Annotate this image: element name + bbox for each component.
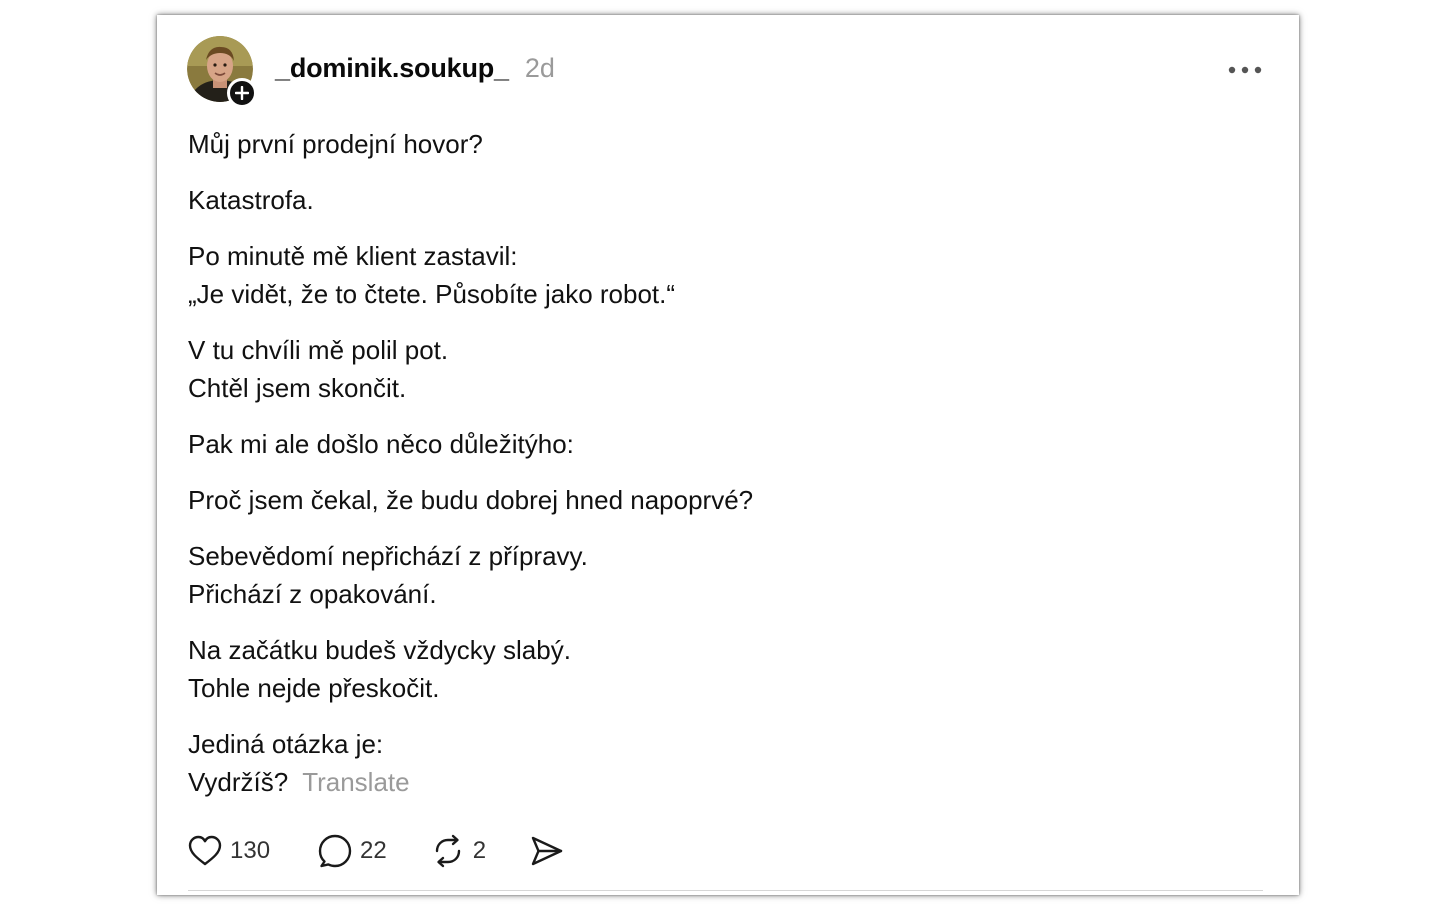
plus-icon	[235, 86, 249, 100]
post-line: Proč jsem čekal, že budu dobrej hned nap…	[188, 485, 754, 515]
post-line: Vydržíš?	[188, 767, 289, 797]
reply-button[interactable]: 22	[318, 834, 387, 868]
repost-button[interactable]: 2	[431, 834, 486, 868]
post-line: Chtěl jsem skončit.	[188, 373, 407, 403]
share-button[interactable]	[530, 835, 564, 867]
post-line: Pak mi ale došlo něco důležitýho:	[188, 429, 574, 459]
post-text: Můj první prodejní hovor? Katastrofa. Po…	[188, 125, 1248, 819]
post-line: Na začátku budeš vždycky slabý.	[188, 635, 571, 665]
post-line: Po minutě mě klient zastavil:	[188, 241, 518, 271]
post-paragraph: Na začátku budeš vždycky slabý. Tohle ne…	[188, 631, 1248, 707]
post-paragraph: V tu chvíli mě polil pot. Chtěl jsem sko…	[188, 331, 1248, 407]
repost-count: 2	[472, 837, 487, 864]
post-line: Můj první prodejní hovor?	[188, 129, 483, 159]
post-paragraph: Pak mi ale došlo něco důležitýho:	[188, 425, 1248, 463]
post-paragraph: Proč jsem čekal, že budu dobrej hned nap…	[188, 481, 1248, 519]
post-line: Přichází z opakování.	[188, 579, 437, 609]
post-line: „Je vidět, že to čtete. Působíte jako ro…	[188, 279, 676, 309]
avatar-container	[187, 36, 257, 108]
username-link[interactable]: _dominik.soukup_	[275, 53, 509, 84]
post-line: Tohle nejde přeskočit.	[188, 673, 440, 703]
post-header: _dominik.soukup_ 2d	[275, 53, 555, 84]
post-paragraph: Jediná otázka je: Vydržíš? Translate	[188, 725, 1248, 801]
post-paragraph: Po minutě mě klient zastavil: „Je vidět,…	[188, 237, 1248, 313]
post-card: _dominik.soukup_ 2d Můj první prodejní h…	[157, 15, 1299, 895]
post-last-line: Vydržíš? Translate	[188, 763, 1248, 801]
send-icon	[531, 836, 563, 866]
post-paragraph: Můj první prodejní hovor?	[188, 125, 1248, 163]
like-button[interactable]: 130	[188, 835, 270, 867]
post-paragraph: Katastrofa.	[188, 181, 1248, 219]
post-line: Katastrofa.	[188, 185, 314, 215]
reply-count: 22	[360, 837, 387, 864]
repost-icon	[435, 834, 460, 868]
more-options-button[interactable]	[1225, 59, 1265, 81]
post-actions: 130 22 2	[188, 831, 564, 871]
like-count: 130	[230, 837, 271, 864]
heart-icon	[188, 835, 222, 866]
post-line: V tu chvíli mě polil pot.	[188, 335, 449, 365]
post-line: Sebevědomí nepřichází z přípravy.	[188, 541, 588, 571]
follow-button[interactable]	[227, 78, 257, 108]
more-horizontal-icon	[1228, 66, 1262, 74]
post-divider	[188, 890, 1263, 891]
translate-link[interactable]: Translate	[302, 767, 409, 797]
post-paragraph: Sebevědomí nepřichází z přípravy. Přichá…	[188, 537, 1248, 613]
comment-icon	[318, 834, 352, 868]
post-timestamp: 2d	[524, 53, 555, 83]
post-line: Jediná otázka je:	[188, 729, 384, 759]
